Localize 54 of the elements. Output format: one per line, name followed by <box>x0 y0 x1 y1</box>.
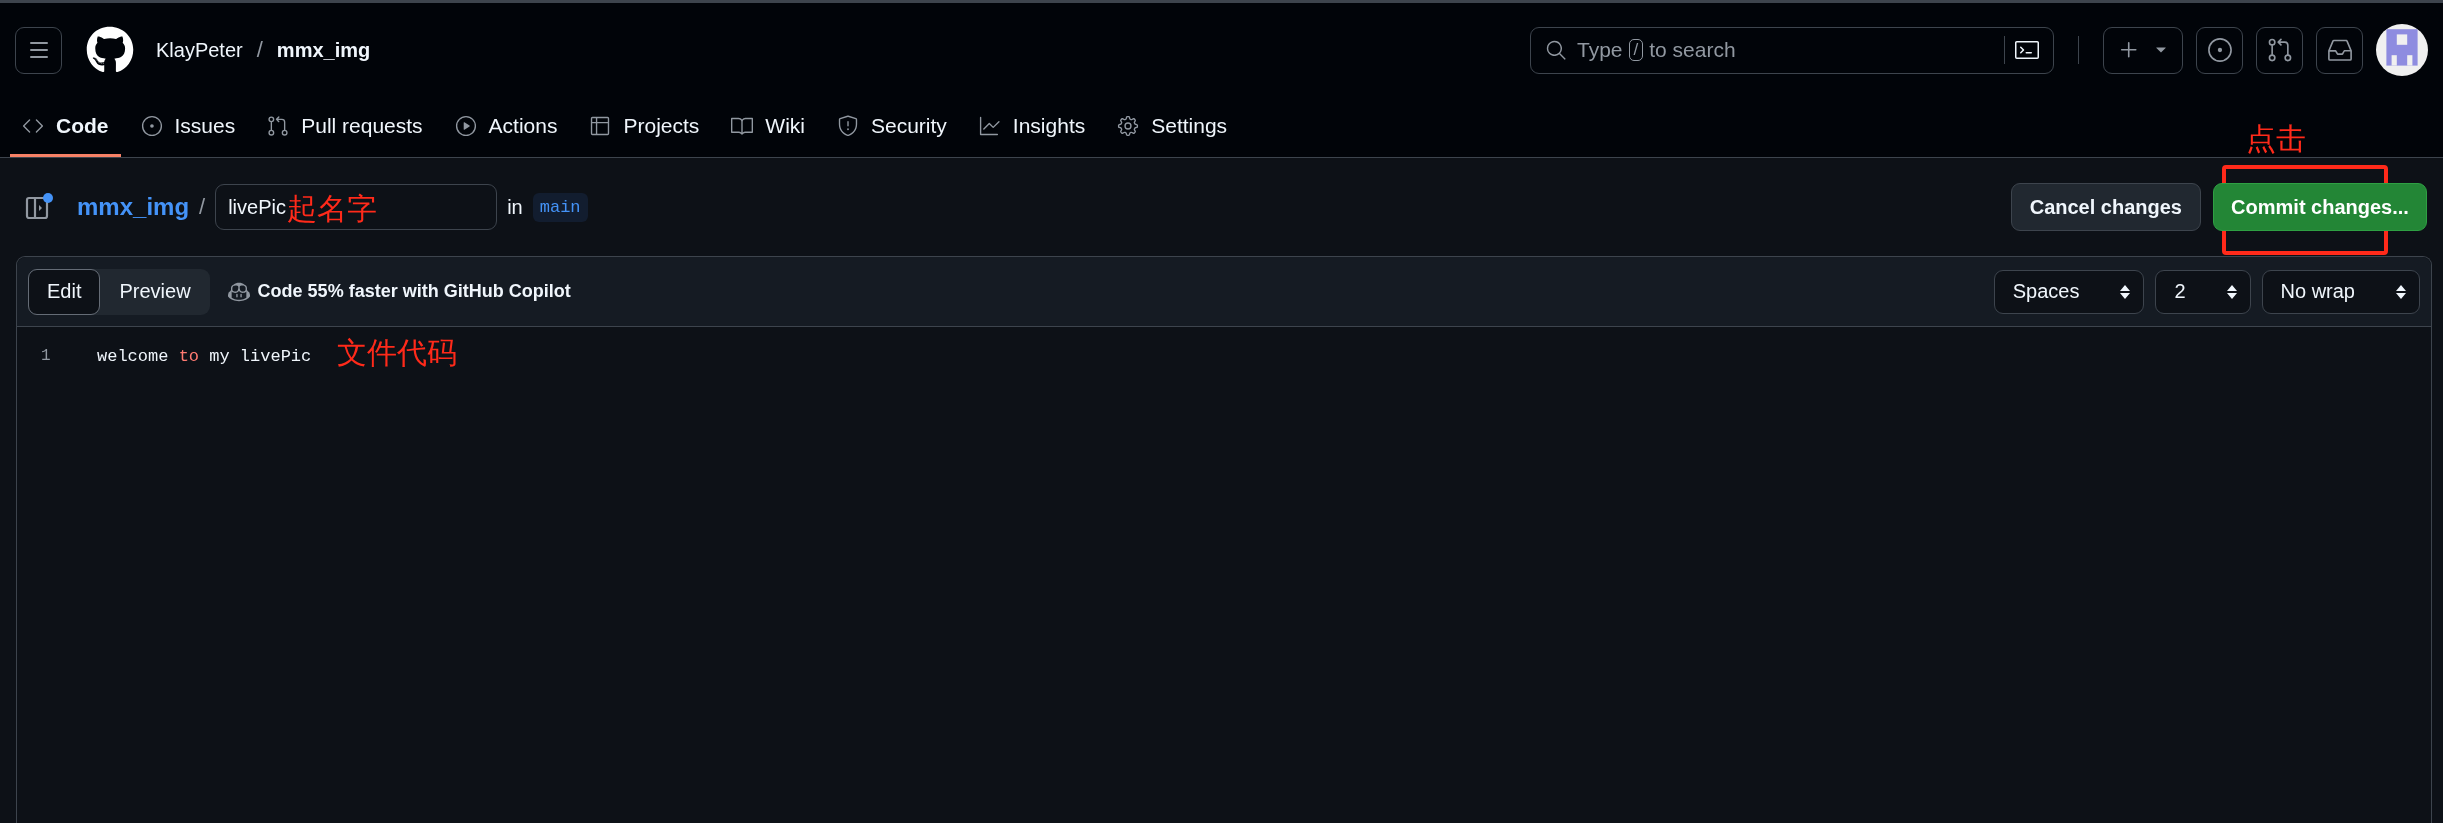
table-icon <box>589 114 612 137</box>
menu-button[interactable] <box>15 26 62 74</box>
gear-icon <box>1117 114 1140 137</box>
in-label: in <box>507 195 523 219</box>
shortcut-key: / <box>1628 39 1644 61</box>
up-down-icon <box>2119 283 2132 300</box>
search-field[interactable]: Type / to search <box>1530 26 2054 74</box>
nav-tab[interactable]: Actions <box>442 97 570 157</box>
breadcrumb-separator: / <box>256 37 263 63</box>
inbox-button[interactable] <box>2316 26 2363 74</box>
file-tree-icon[interactable] <box>25 192 55 222</box>
play-icon <box>454 114 477 137</box>
nav-tab[interactable]: Projects <box>577 97 712 157</box>
nav-tab[interactable]: Settings <box>1105 97 1240 157</box>
pull-request-icon <box>2266 37 2293 63</box>
up-down-icon <box>2395 283 2407 300</box>
nav-tab[interactable]: Issues <box>128 97 248 157</box>
terminal-icon[interactable] <box>2015 38 2039 62</box>
nav-tab[interactable]: Wiki <box>719 97 817 157</box>
line-number: 1 <box>40 347 52 365</box>
owner-link[interactable]: KlayPeter <box>156 38 243 62</box>
pull-request-icon <box>267 114 290 137</box>
inbox-icon <box>2326 37 2353 63</box>
nav-tab[interactable]: Code <box>10 97 121 157</box>
search-icon <box>1545 39 1567 61</box>
repo-link[interactable]: mmx_img <box>276 38 371 62</box>
copilot-icon <box>227 280 250 303</box>
pull-requests-button[interactable] <box>2256 26 2303 74</box>
search-placeholder: to search <box>1649 38 1736 62</box>
copilot-hint[interactable]: Code 55% faster with GitHub Copilot <box>257 281 571 302</box>
nav-tab[interactable]: Insights <box>966 97 1098 157</box>
search-placeholder: Type <box>1577 38 1623 62</box>
up-down-icon <box>2225 283 2238 300</box>
code-line: welcome to my livePic <box>97 346 312 366</box>
nav-tab[interactable]: Pull requests <box>255 97 435 157</box>
graph-icon <box>978 114 1001 137</box>
annotation-text: 文件代码 <box>337 334 458 371</box>
option-select[interactable]: No wrap <box>2261 269 2420 314</box>
issues-button[interactable] <box>2196 26 2243 74</box>
commit-changes-button[interactable]: Commit changes... <box>2213 183 2427 231</box>
nav-tab[interactable]: Security <box>825 97 959 157</box>
repo-link[interactable]: mmx_img <box>77 193 190 221</box>
cat-logo-icon[interactable] <box>86 26 134 74</box>
annotation-text: 点击 <box>2246 121 2306 157</box>
mode-tab[interactable]: Edit <box>28 268 101 315</box>
option-select[interactable]: 2 <box>2155 269 2251 314</box>
shield-icon <box>837 114 859 137</box>
cancel-changes-button[interactable]: Cancel changes <box>2010 183 2201 231</box>
avatar-icon[interactable] <box>2376 24 2428 76</box>
option-select[interactable]: Spaces <box>1993 269 2145 314</box>
annotation-text: 起名字 <box>287 191 378 227</box>
path-separator: / <box>199 194 206 220</box>
branch-name: main <box>532 192 588 222</box>
mode-tab[interactable]: Preview <box>100 268 210 315</box>
